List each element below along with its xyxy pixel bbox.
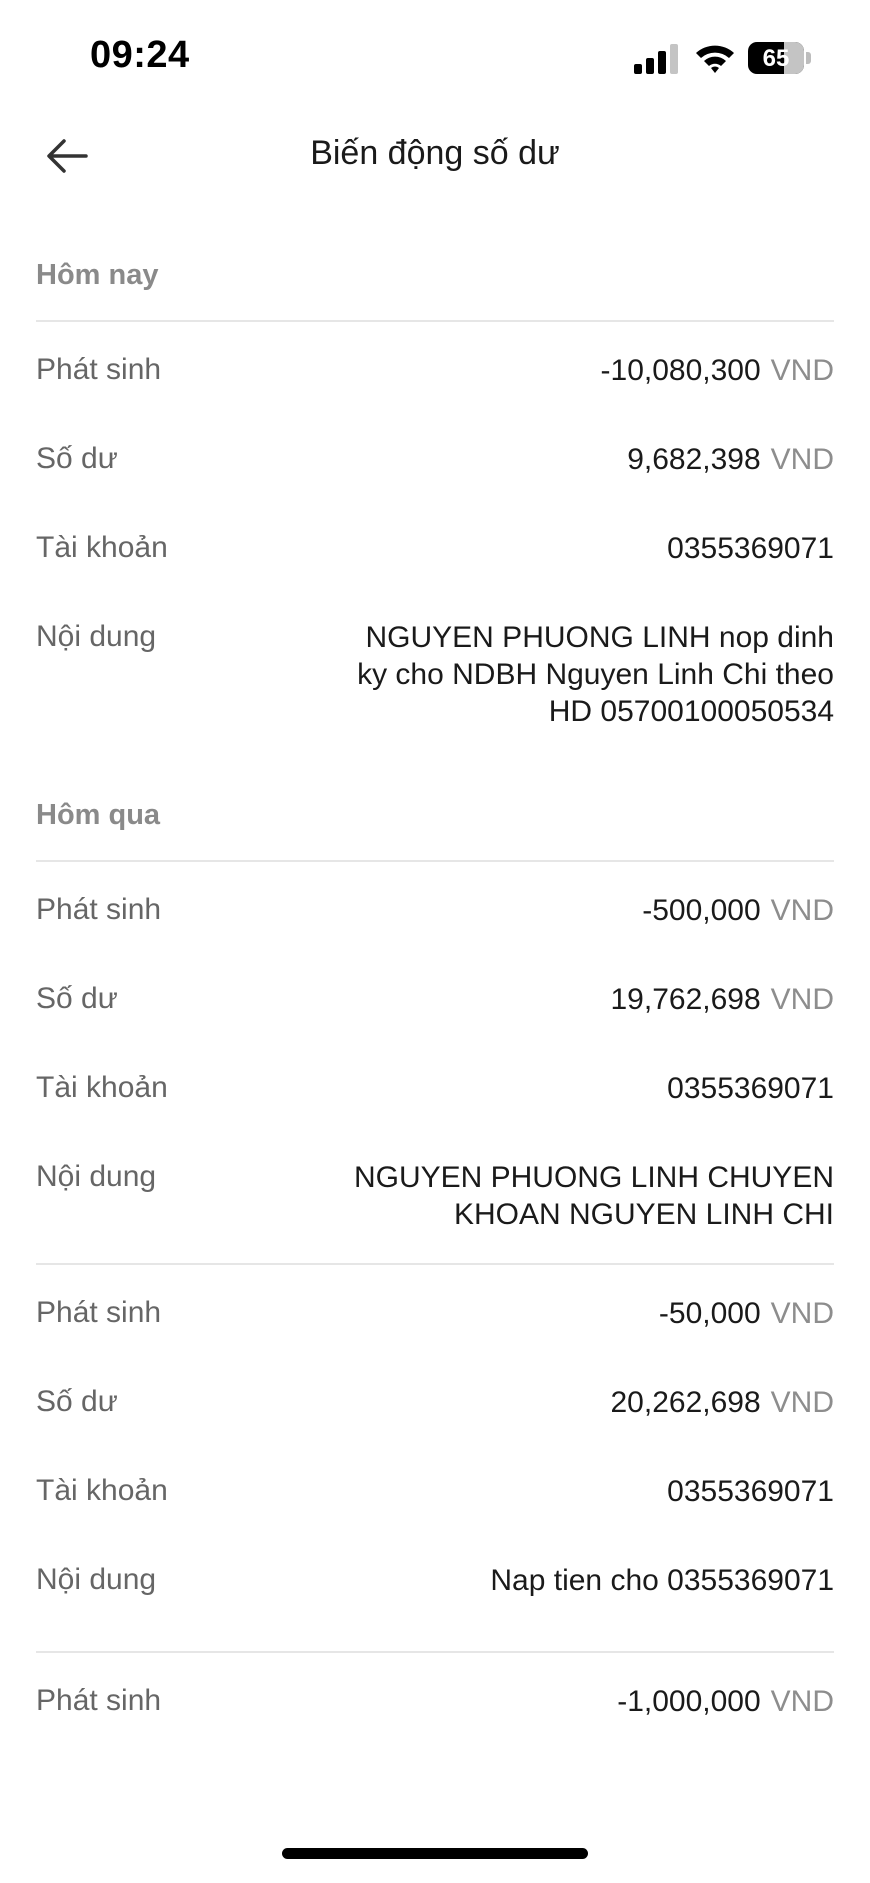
amount-value: -50,000 <box>658 1297 761 1330</box>
account-row: Tài khoản 0355369071 <box>36 1040 834 1129</box>
description-value: Nap tien cho 0355369071 <box>490 1564 834 1597</box>
page-title: Biến động số dư <box>310 134 560 172</box>
currency: VND <box>770 894 834 927</box>
battery-level: 65 <box>762 45 790 72</box>
transaction-item[interactable]: Phát sinh -10,080,300 VND Số dư 9,682,398… <box>36 322 834 730</box>
status-bar: 09:24 65 <box>0 0 870 110</box>
amount-row: Phát sinh -10,080,300 VND <box>36 322 834 411</box>
transaction-item[interactable]: Phát sinh -50,000 VND Số dư 20,262,698 VND… <box>36 1265 834 1621</box>
description-row: Nội dung Nap tien cho 0355369071 <box>36 1532 834 1621</box>
currency: VND <box>770 1685 834 1718</box>
currency: VND <box>770 1386 834 1419</box>
description-label: Nội dung <box>36 620 157 653</box>
amount-label: Phát sinh <box>36 1296 162 1329</box>
account-label: Tài khoản <box>36 531 168 564</box>
account-value: 0355369071 <box>667 1072 834 1105</box>
transaction-item[interactable]: Phát sinh -500,000 VND Số dư 19,762,698 VN… <box>36 862 834 1233</box>
home-indicator[interactable] <box>282 1848 588 1859</box>
amount-row: Phát sinh -1,000,000 VND <box>36 1653 834 1742</box>
account-row: Tài khoản 0355369071 <box>36 1443 834 1532</box>
transaction-list: Hôm nay Phát sinh -10,080,300 VND Số dư 9… <box>36 230 834 1742</box>
balance-row: Số dư 20,262,698 VND <box>36 1354 834 1443</box>
transaction-item[interactable]: Phát sinh -1,000,000 VND <box>36 1653 834 1742</box>
balance-row: Số dư 9,682,398 VND <box>36 411 834 500</box>
amount-value: -500,000 <box>642 894 761 927</box>
amount-row: Phát sinh -50,000 VND <box>36 1265 834 1354</box>
description-value: NGUYEN PHUONG LINH CHUYEN KHOAN NGUYEN L… <box>353 1161 834 1231</box>
status-time: 09:24 <box>90 34 190 76</box>
balance-label: Số dư <box>36 442 118 475</box>
nav-bar: Biến động số dư <box>0 110 870 200</box>
amount-label: Phát sinh <box>36 1684 162 1717</box>
balance-row: Số dư 19,762,698 VND <box>36 951 834 1040</box>
currency: VND <box>770 354 834 387</box>
account-row: Tài khoản 0355369071 <box>36 500 834 589</box>
balance-value: 20,262,698 <box>610 1386 761 1419</box>
balance-value: 9,682,398 <box>627 443 761 476</box>
amount-label: Phát sinh <box>36 893 162 926</box>
battery-icon: 65 <box>748 42 812 74</box>
account-value: 0355369071 <box>667 532 834 565</box>
cellular-signal-icon <box>634 44 678 74</box>
wifi-icon <box>696 45 734 73</box>
account-value: 0355369071 <box>667 1475 834 1508</box>
balance-value: 19,762,698 <box>610 983 761 1016</box>
description-value: NGUYEN PHUONG LINH nop dinh ky cho NDBH … <box>357 621 834 728</box>
account-label: Tài khoản <box>36 1474 168 1507</box>
section-heading-today: Hôm nay <box>36 259 159 291</box>
currency: VND <box>770 1297 834 1330</box>
amount-value: -10,080,300 <box>600 354 761 387</box>
description-label: Nội dung <box>36 1563 157 1596</box>
description-row: Nội dung NGUYEN PHUONG LINH nop dinh ky … <box>36 589 834 730</box>
balance-label: Số dư <box>36 1385 118 1418</box>
account-label: Tài khoản <box>36 1071 168 1104</box>
amount-value: -1,000,000 <box>617 1685 761 1718</box>
amount-row: Phát sinh -500,000 VND <box>36 862 834 951</box>
balance-label: Số dư <box>36 982 118 1015</box>
description-label: Nội dung <box>36 1160 157 1193</box>
currency: VND <box>770 983 834 1016</box>
currency: VND <box>770 443 834 476</box>
amount-label: Phát sinh <box>36 353 162 386</box>
description-row: Nội dung NGUYEN PHUONG LINH CHUYEN KHOAN… <box>36 1129 834 1233</box>
section-heading-yesterday: Hôm qua <box>36 799 161 831</box>
